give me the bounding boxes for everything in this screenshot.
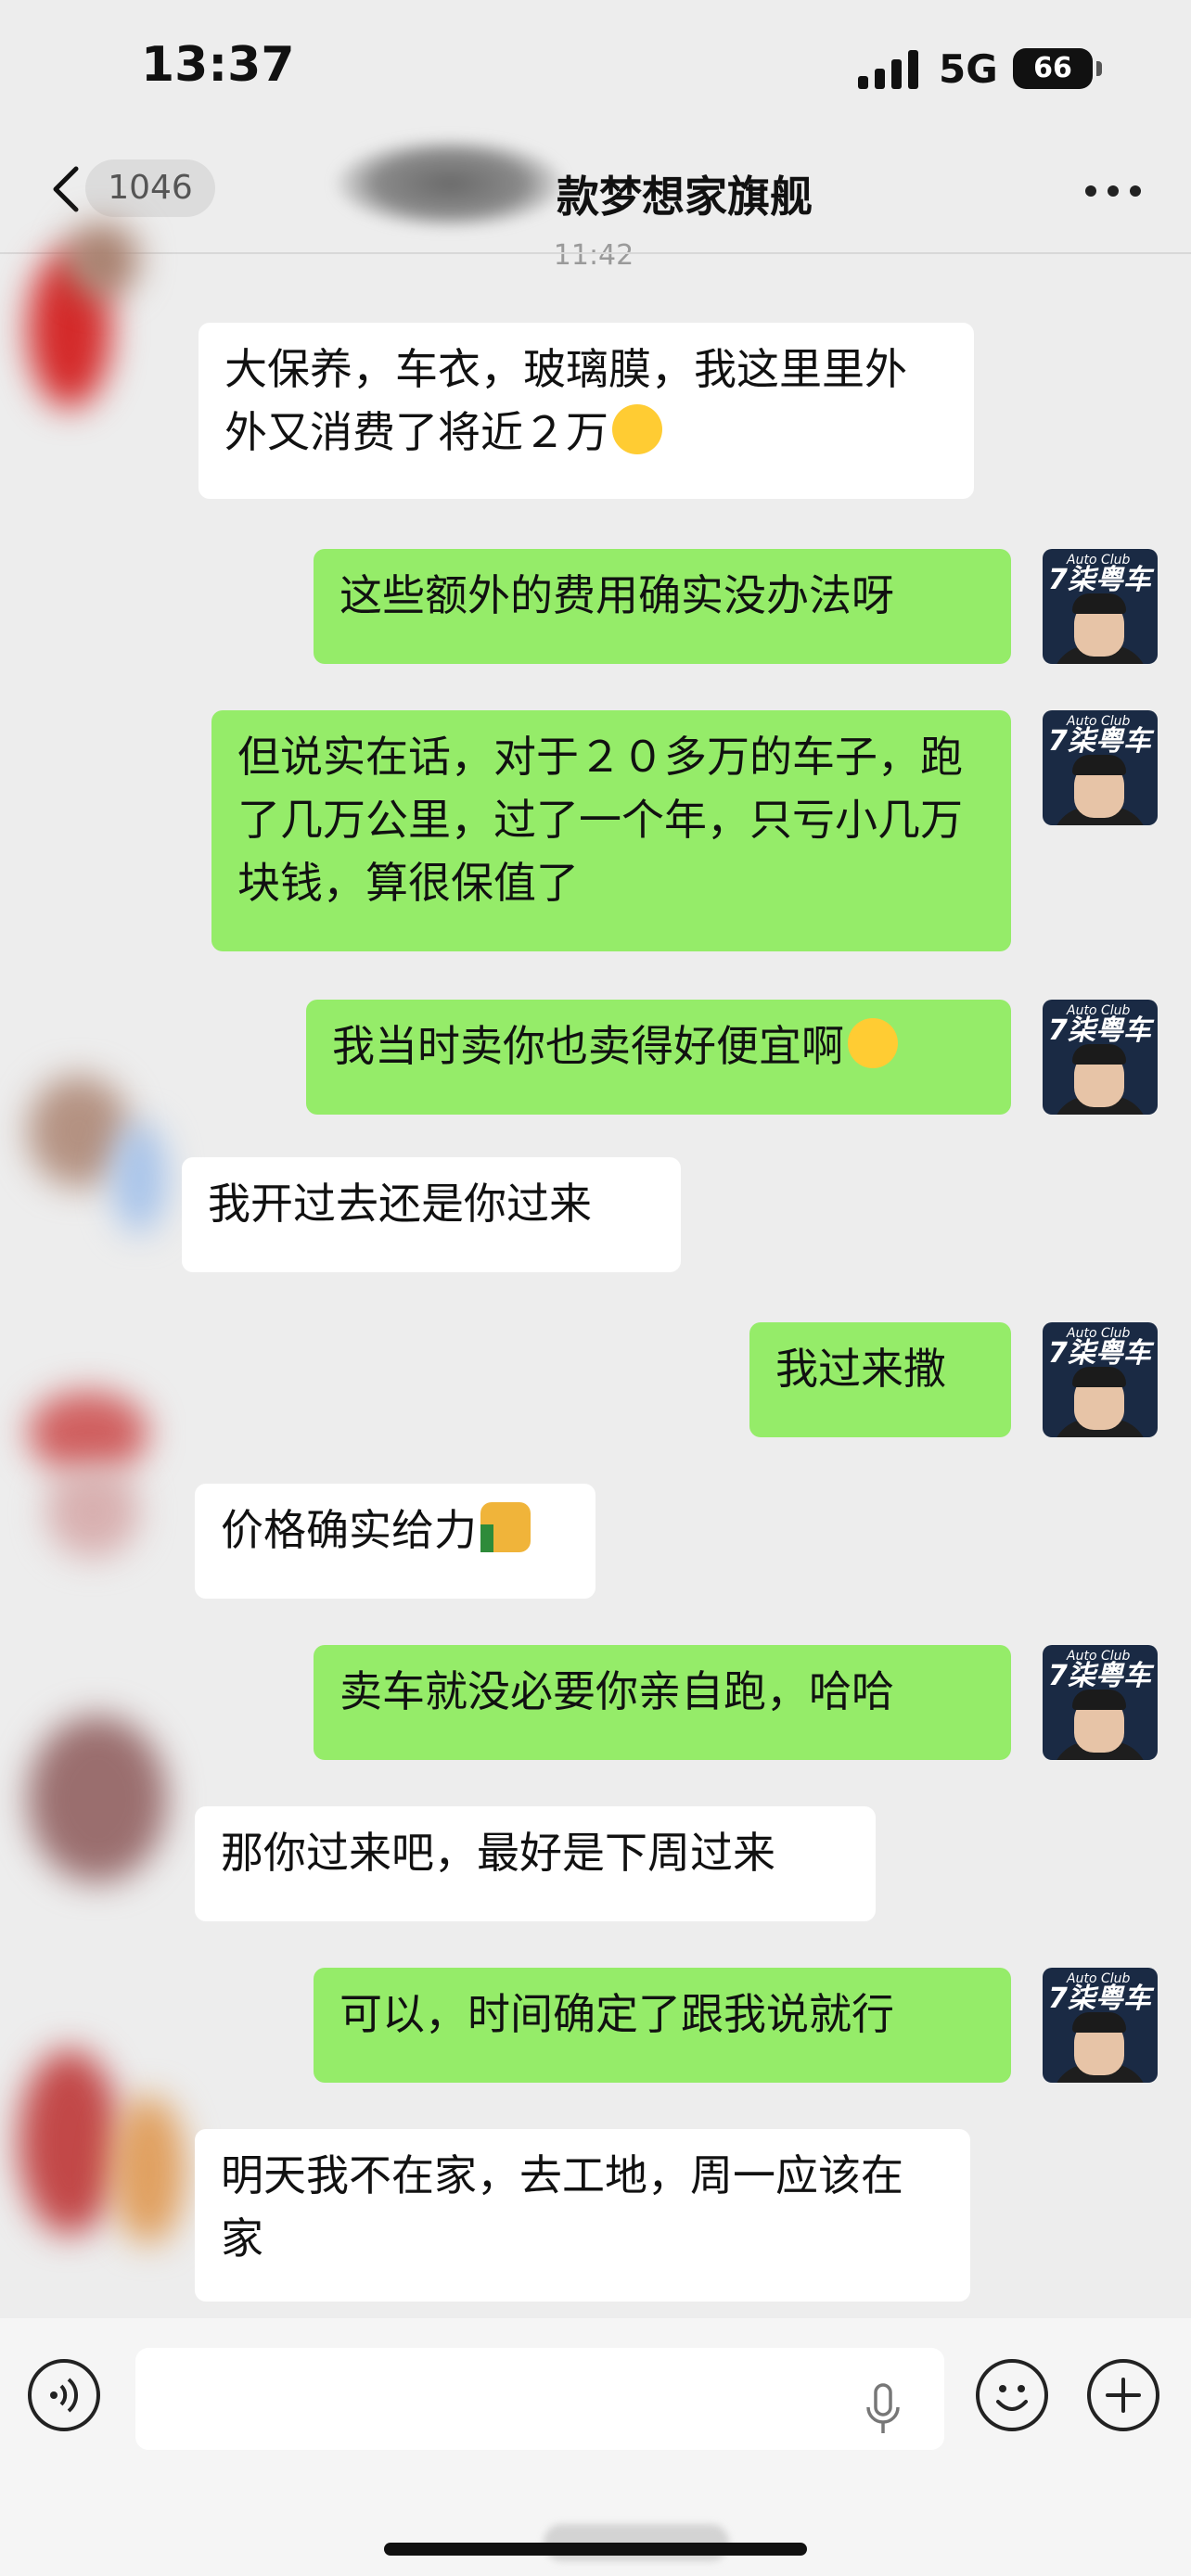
avatar[interactable]: 7柒粤车 Auto Club xyxy=(1043,1968,1158,2083)
input-bar xyxy=(0,2318,1191,2576)
message-text: 我过来撒 xyxy=(775,1344,946,1394)
status-bar: 13:37 5G 66 xyxy=(0,0,1191,139)
message-text: 明天我不在家，去工地，周一应该在家 xyxy=(221,2150,903,2264)
signal-icon xyxy=(858,50,919,89)
avatar[interactable]: 7柒粤车 Auto Club xyxy=(1043,1322,1158,1437)
voice-icon[interactable] xyxy=(28,2359,100,2431)
message-text: 卖车就没必要你亲自跑，哈哈 xyxy=(339,1666,894,1716)
message-bubble-outgoing[interactable]: 可以，时间确定了跟我说就行 xyxy=(314,1968,1011,2083)
avatar-brand-logo: 7柒粤车 Auto Club xyxy=(1048,1326,1151,1370)
avatar[interactable] xyxy=(9,1372,195,1595)
avatar[interactable]: 7柒粤车 Auto Club xyxy=(1043,1645,1158,1760)
avatar-brand-logo: 7柒粤车 Auto Club xyxy=(1048,1971,1151,2015)
message-text: 大保养，车衣，玻璃膜，我这里里外外又消费了将近２万 xyxy=(224,344,907,457)
battery-icon: 66 xyxy=(1013,48,1093,89)
message-bubble-incoming[interactable]: 那你过来吧，最好是下周过来 xyxy=(195,1806,876,1921)
avatar-brand-logo: 7柒粤车 Auto Club xyxy=(1048,714,1151,758)
message-text: 我开过去还是你过来 xyxy=(208,1179,592,1229)
message-text: 价格确实给力 xyxy=(221,1505,477,1555)
message-timestamp: 11:42 xyxy=(553,239,634,272)
message-text: 那你过来吧，最好是下周过来 xyxy=(221,1828,775,1878)
message-bubble-incoming[interactable]: 大保养，车衣，玻璃膜，我这里里外外又消费了将近２万 xyxy=(198,323,974,499)
message-bubble-outgoing[interactable]: 卖车就没必要你亲自跑，哈哈 xyxy=(314,1645,1011,1760)
plus-icon[interactable] xyxy=(1087,2359,1159,2431)
avatar-brand-logo: 7柒粤车 Auto Club xyxy=(1048,553,1151,596)
mic-icon[interactable] xyxy=(864,2383,902,2435)
message-bubble-incoming[interactable]: 我开过去还是你过来 xyxy=(182,1157,681,1272)
message-bubble-outgoing[interactable]: 我当时卖你也卖得好便宜啊 xyxy=(306,1000,1011,1115)
joy-emoji-icon xyxy=(848,1018,898,1068)
avatar-brand-logo: 7柒粤车 Auto Club xyxy=(1048,1649,1151,1692)
avatar-brand-logo: 7柒粤车 Auto Club xyxy=(1048,1003,1151,1047)
network-label: 5G xyxy=(939,46,998,92)
emoji-icon[interactable] xyxy=(976,2359,1048,2431)
message-text: 但说实在话，对于２０多万的车子，跑了几万公里，过了一个年，只亏小几万块钱，算很保… xyxy=(237,732,963,908)
battery-nub xyxy=(1096,61,1102,76)
avatar[interactable] xyxy=(9,213,195,436)
thumbs-up-emoji-icon xyxy=(480,1502,531,1552)
message-input[interactable] xyxy=(135,2348,944,2450)
home-indicator[interactable] xyxy=(384,2543,807,2556)
message-bubble-incoming[interactable]: 价格确实给力 xyxy=(195,1484,596,1599)
message-bubble-outgoing[interactable]: 这些额外的费用确实没办法呀 xyxy=(314,549,1011,664)
unread-count-badge[interactable]: 1046 xyxy=(85,159,215,217)
message-text: 可以，时间确定了跟我说就行 xyxy=(339,1989,894,2039)
message-text: 我当时卖你也卖得好便宜啊 xyxy=(332,1021,844,1071)
avatar[interactable]: 7柒粤车 Auto Club xyxy=(1043,1000,1158,1115)
chat-title: 款梦想家旗舰 xyxy=(334,163,965,224)
message-bubble-outgoing[interactable]: 我过来撒 xyxy=(749,1322,1011,1437)
laugh-cry-emoji-icon xyxy=(612,404,662,454)
avatar[interactable] xyxy=(9,2021,195,2244)
avatar[interactable]: 7柒粤车 Auto Club xyxy=(1043,549,1158,664)
message-text: 这些额外的费用确实没办法呀 xyxy=(339,570,894,620)
avatar[interactable]: 7柒粤车 Auto Club xyxy=(1043,710,1158,825)
avatar[interactable] xyxy=(9,1697,195,1919)
chat-title-text: 款梦想家旗舰 xyxy=(557,172,813,222)
message-bubble-outgoing[interactable]: 但说实在话，对于２０多万的车子，跑了几万公里，过了一个年，只亏小几万块钱，算很保… xyxy=(211,710,1011,951)
message-bubble-incoming[interactable]: 明天我不在家，去工地，周一应该在家 xyxy=(195,2129,970,2302)
more-dots-icon[interactable] xyxy=(1085,185,1141,198)
status-time: 13:37 xyxy=(141,37,295,93)
avatar[interactable] xyxy=(9,1048,195,1270)
